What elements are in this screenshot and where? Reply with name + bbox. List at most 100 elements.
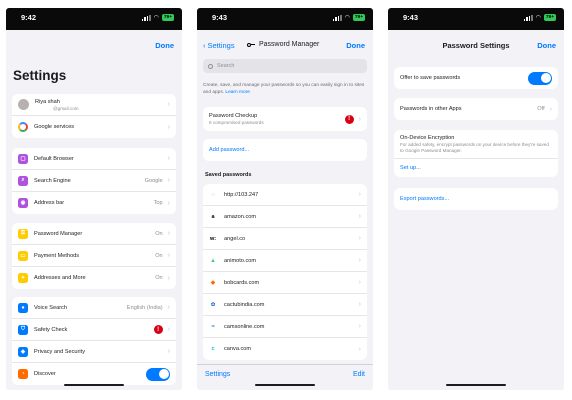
- search-input[interactable]: Search: [203, 59, 367, 73]
- chevron-right-icon: ›: [358, 213, 361, 220]
- wifi-icon: ◠: [535, 15, 541, 21]
- google-icon: [18, 122, 28, 132]
- search-icon: [208, 63, 213, 69]
- home-indicator: [255, 383, 315, 386]
- chevron-right-icon: ›: [358, 345, 361, 353]
- chevron-right-icon: ›: [167, 155, 170, 162]
- passwords-other-apps-row[interactable]: Passwords in other Apps Off ›: [394, 98, 558, 120]
- autofill-group: ⚿ Password Manager On › ▭ Payment Method…: [12, 223, 176, 289]
- globe-icon: ◌: [211, 191, 215, 198]
- privacy-icon: ◈: [18, 346, 28, 357]
- chevron-right-icon: ›: [358, 301, 361, 308]
- wifi-icon: ◠: [344, 15, 350, 21]
- chevron-right-icon: ›: [167, 304, 170, 311]
- search-engine-row[interactable]: ⌕ Search Engine Google ›: [12, 170, 176, 192]
- signal-icon: [332, 14, 342, 21]
- status-bar: 9:43 ◠ 79+: [388, 8, 564, 30]
- export-passwords-button[interactable]: Export passwords...: [394, 188, 558, 210]
- learn-more-link[interactable]: Learn more: [225, 90, 250, 95]
- addresses-row[interactable]: ⌖ Addresses and More On ›: [12, 267, 176, 289]
- key-icon: ⚿: [18, 228, 28, 239]
- done-button[interactable]: Done: [155, 41, 174, 50]
- list-item[interactable]: c canva.com ›: [203, 338, 367, 360]
- voice-search-row[interactable]: ● Voice Search English (India) ›: [12, 297, 176, 319]
- export-group: Export passwords...: [394, 188, 558, 210]
- chevron-right-icon: ›: [167, 348, 170, 355]
- edit-button[interactable]: Edit: [353, 371, 365, 378]
- encryption-info: On-Device Encryption For added safety, e…: [394, 130, 558, 159]
- chevron-right-icon: ›: [167, 326, 170, 333]
- privacy-security-row[interactable]: ◈ Privacy and Security ›: [12, 341, 176, 363]
- chevron-right-icon: ›: [167, 123, 170, 131]
- list-item[interactable]: ≈ camsonline.com ›: [203, 316, 367, 338]
- back-button[interactable]: ‹ Settings: [203, 41, 235, 50]
- cactubindia-icon: ✿: [210, 301, 216, 308]
- signal-icon: [141, 14, 151, 21]
- default-browser-row[interactable]: ▢ Default Browser ›: [12, 148, 176, 170]
- encryption-title: On-Device Encryption: [400, 135, 455, 141]
- status-bar: 9:43 ◠ 79+: [197, 8, 373, 30]
- encryption-group: On-Device Encryption For added safety, e…: [394, 130, 558, 177]
- chevron-right-icon: ›: [358, 279, 361, 286]
- list-item[interactable]: ◌ http://103.247 ›: [203, 184, 367, 206]
- list-item[interactable]: ▲ animoto.com ›: [203, 250, 367, 272]
- battery-icon: 79+: [352, 14, 365, 21]
- list-item[interactable]: a amazon.com ›: [203, 206, 367, 228]
- password-manager-row[interactable]: ⚿ Password Manager On ›: [12, 223, 176, 245]
- nav-title: Password Manager: [241, 41, 319, 48]
- chevron-right-icon: ›: [167, 274, 170, 282]
- search-placeholder: Search: [217, 63, 235, 69]
- chevron-right-icon: ›: [167, 101, 170, 108]
- key-icon: [247, 42, 255, 47]
- other-apps-group: Passwords in other Apps Off ›: [394, 98, 558, 120]
- safety-check-row[interactable]: ⛉ Safety Check ! ›: [12, 319, 176, 341]
- discover-row[interactable]: ◔ Discover: [12, 363, 176, 385]
- account-row[interactable]: Riya shah @gmail.com ›: [12, 94, 176, 116]
- password-settings-screen: 9:43 ◠ 79+ Password Settings Done Offer …: [388, 8, 564, 390]
- google-services-label: Google services: [34, 124, 75, 130]
- warning-icon: !: [344, 114, 354, 124]
- discover-toggle[interactable]: [146, 367, 170, 381]
- shield-icon: ⛉: [18, 324, 28, 335]
- browser-group: ▢ Default Browser › ⌕ Search Engine Goog…: [12, 148, 176, 214]
- canva-icon: c: [211, 346, 215, 352]
- address-bar-row[interactable]: ◉ Address bar Top ›: [12, 192, 176, 214]
- password-manager-screen: 9:43 ◠ 79+ ‹ Settings Password Manager D…: [197, 8, 373, 390]
- settings-sheet: Done Settings Riya shah @gmail.com › Goo…: [6, 33, 182, 390]
- done-button[interactable]: Done: [346, 41, 365, 50]
- list-item[interactable]: w: angel.co ›: [203, 228, 367, 250]
- status-bar: 9:42 ◠ 79+: [6, 8, 182, 30]
- password-settings-sheet: Password Settings Done Offer to save pas…: [388, 33, 564, 390]
- setup-button[interactable]: Set up...: [394, 159, 558, 177]
- account-name: Riya shah: [35, 98, 60, 105]
- list-item[interactable]: ✿ cactubindia.com ›: [203, 294, 367, 316]
- misc-group: ● Voice Search English (India) › ⛉ Safet…: [12, 297, 176, 385]
- status-time: 9:42: [21, 13, 37, 22]
- payment-methods-row[interactable]: ▭ Payment Methods On ›: [12, 245, 176, 267]
- bobcards-icon: ◆: [210, 279, 216, 286]
- list-item[interactable]: ◆ bobcards.com ›: [203, 272, 367, 294]
- add-password-group: Add password...: [203, 139, 367, 161]
- offer-group: Offer to save passwords: [394, 67, 558, 89]
- settings-button[interactable]: Settings: [205, 371, 230, 378]
- card-icon: ▭: [18, 250, 28, 261]
- battery-icon: 79+: [543, 14, 556, 21]
- password-checkup-row[interactable]: Password Checkup 6 compromised passwords…: [203, 107, 367, 131]
- camsonline-icon: ≈: [211, 323, 215, 330]
- settings-screen: 9:42 ◠ 79+ Done Settings Riya shah @gmai…: [6, 8, 182, 390]
- done-button[interactable]: Done: [537, 41, 556, 50]
- account-group: Riya shah @gmail.com › Google services ›: [12, 94, 176, 138]
- chevron-right-icon: ›: [358, 191, 361, 198]
- angel-icon: w:: [209, 235, 217, 242]
- status-time: 9:43: [212, 13, 228, 22]
- google-services-row[interactable]: Google services ›: [12, 116, 176, 138]
- home-indicator: [64, 383, 124, 386]
- search-icon: ⌕: [18, 175, 28, 186]
- warning-icon: !: [153, 325, 163, 334]
- page-title: Settings: [13, 68, 67, 83]
- signal-icon: [523, 14, 533, 21]
- chevron-right-icon: ›: [358, 323, 361, 330]
- offer-to-save-toggle[interactable]: [528, 71, 552, 85]
- add-password-button[interactable]: Add password...: [203, 139, 367, 161]
- description: Create, save, and manage your passwords …: [203, 83, 365, 95]
